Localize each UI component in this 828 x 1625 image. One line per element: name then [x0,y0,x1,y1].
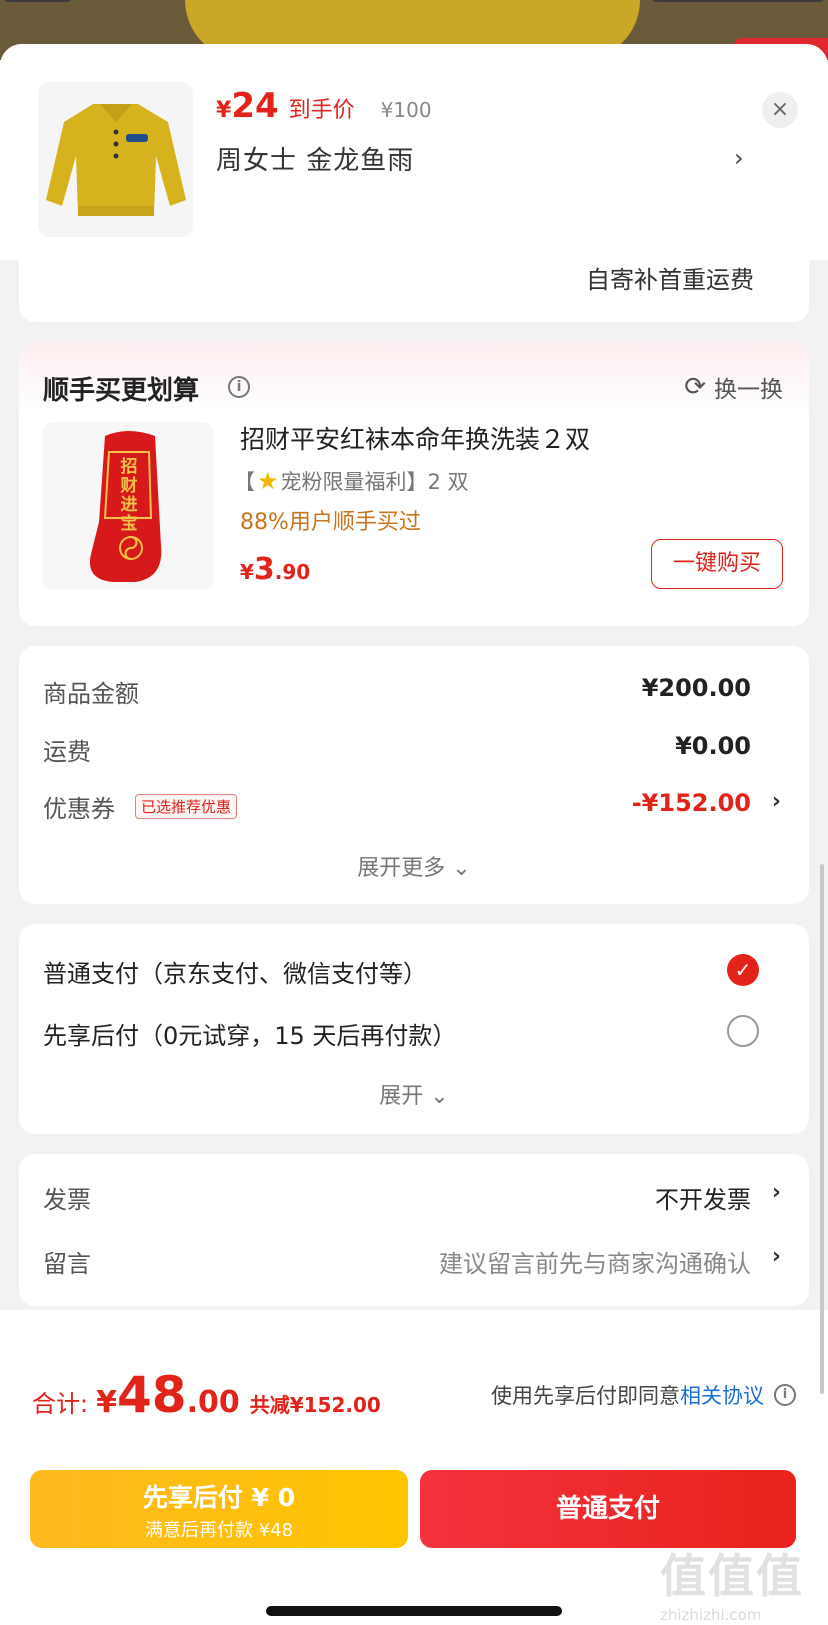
upsell-title: 顺手买更划算 [43,376,200,406]
checkout-sheet: ¥ 24 到手价 ¥100 周女士 金龙鱼雨 › × 自寄补首重运费 顺手买更划… [0,44,828,1625]
invoice-card: 发票 不开发票 › 留言 建议留言前先与商家沟通确认 › [19,1154,809,1306]
pay-later-button[interactable]: 先享后付 ¥ 0 满意后再付款 ¥48 [30,1470,408,1548]
home-indicator[interactable] [266,1606,562,1616]
note-chevron-icon[interactable]: › [772,1244,781,1269]
payment-option-pay-later[interactable]: 先享后付（0元试穿，15 天后再付款） [43,1016,456,1051]
freight-label: 运费 [43,738,91,766]
upsell-price: ¥ 3 .90 [240,552,310,587]
payment-card: 普通支付（京东支付、微信支付等） ✓ 先享后付（0元试穿，15 天后再付款） 展… [19,924,809,1134]
sock-print-text: 招财进宝 [120,457,138,534]
freight-value: ¥0.00 [675,732,751,760]
product-thumbnail[interactable] [38,82,193,237]
original-price: ¥100 [380,98,432,122]
upsell-product-name[interactable]: 招财平安红袜本命年换洗装２双 [240,420,590,456]
expand-more-button[interactable]: 展开更多 ⌄ [19,850,809,882]
selected-spec[interactable]: 周女士 金龙鱼雨 [216,140,414,177]
note-label: 留言 [43,1250,91,1278]
refresh-icon: ⟳ [684,372,706,402]
coupon-value[interactable]: -¥152.00 [632,789,751,817]
agreement-link[interactable]: 相关协议 [680,1380,764,1410]
one-click-buy-button[interactable]: 一键购买 [651,539,783,589]
coupon-chevron-icon[interactable]: › [772,789,781,814]
total-int: 48 [116,1366,187,1424]
radio-unchecked-icon[interactable] [727,1015,759,1047]
swap-button[interactable]: ⟳ 换一换 [684,370,783,404]
backdrop-button-right [648,0,828,2]
total-symbol: ¥ [96,1385,117,1420]
upsell-product-image[interactable]: 招财进宝 [43,422,213,590]
coupon-label: 优惠券 [43,795,115,823]
backdrop-button-left [0,0,75,2]
normal-pay-button[interactable]: 普通支付 [420,1470,796,1548]
upsell-subtitle: 【 ★ 宠粉限量福利】2 双 [234,466,469,496]
info-icon[interactable]: i [774,1384,796,1406]
goods-amount-value: ¥200.00 [641,674,751,702]
sheet-header: ¥ 24 到手价 ¥100 周女士 金龙鱼雨 › × [0,44,828,260]
expand-payment-button[interactable]: 展开 ⌄ [19,1078,809,1110]
watermark: 值值值 zhizhizhi.com [660,1540,820,1624]
agreement-note: 使用先享后付即同意 相关协议 i [491,1380,796,1410]
subtitle-bracket: 【 [234,470,255,494]
chevron-right-icon[interactable]: › [734,144,744,172]
total-discount: 共减¥152.00 [249,1393,381,1417]
invoice-label: 发票 [43,1186,91,1214]
checkout-footer: 合计: ¥ 48 .00 共减¥152.00 使用先享后付即同意 相关协议 i … [0,1310,828,1625]
close-button[interactable]: × [762,92,798,128]
invoice-value[interactable]: 不开发票 [655,1180,751,1215]
coupon-recommended-badge: 已选推荐优惠 [135,794,238,819]
header-price: ¥ 24 到手价 ¥100 [216,86,432,126]
upsell-social-proof: 88%用户顺手买过 [240,510,421,535]
note-input[interactable]: 建议留言前先与商家沟通确认 [439,1244,751,1279]
upsell-price-int: 3 [253,552,275,587]
pay-later-line2: 满意后再付款 ¥48 [144,1520,294,1541]
star-icon: ★ [257,467,279,495]
info-icon[interactable]: i [228,376,250,398]
final-price: 24 [231,86,279,126]
radio-checked-icon[interactable]: ✓ [727,954,759,986]
total-dec: .00 [186,1385,240,1420]
upsell-price-dec: .90 [274,560,311,584]
upsell-card: 顺手买更划算 i ⟳ 换一换 招财进宝 招财平安红袜本命年换洗装２双 【 ★ 宠… [19,342,809,626]
upsell-price-symbol: ¥ [240,560,254,584]
total-label: 合计: [32,1390,89,1418]
scrollbar[interactable] [820,864,824,1394]
price-symbol: ¥ [216,98,232,123]
agreement-prefix: 使用先享后付即同意 [491,1384,680,1408]
goods-amount-label: 商品金额 [43,680,139,708]
final-price-tag: 到手价 [288,98,355,123]
amounts-card: 商品金额 ¥200.00 运费 ¥0.00 优惠券 已选推荐优惠 -¥152.0… [19,646,809,904]
payment-option-normal[interactable]: 普通支付（京东支付、微信支付等） [43,954,427,989]
order-total: 合计: ¥ 48 .00 共减¥152.00 [32,1366,381,1424]
watermark-url: zhizhizhi.com [660,1606,762,1624]
invoice-chevron-icon[interactable]: › [772,1180,781,1205]
swap-label: 换一换 [714,377,783,403]
watermark-text: 值值值 [660,1549,804,1603]
pay-later-line1: 先享后付 ¥ 0 [142,1483,296,1512]
shipping-note[interactable]: 自寄补首重运费 [586,260,754,295]
subtitle-text: 宠粉限量福利】2 双 [280,470,469,494]
